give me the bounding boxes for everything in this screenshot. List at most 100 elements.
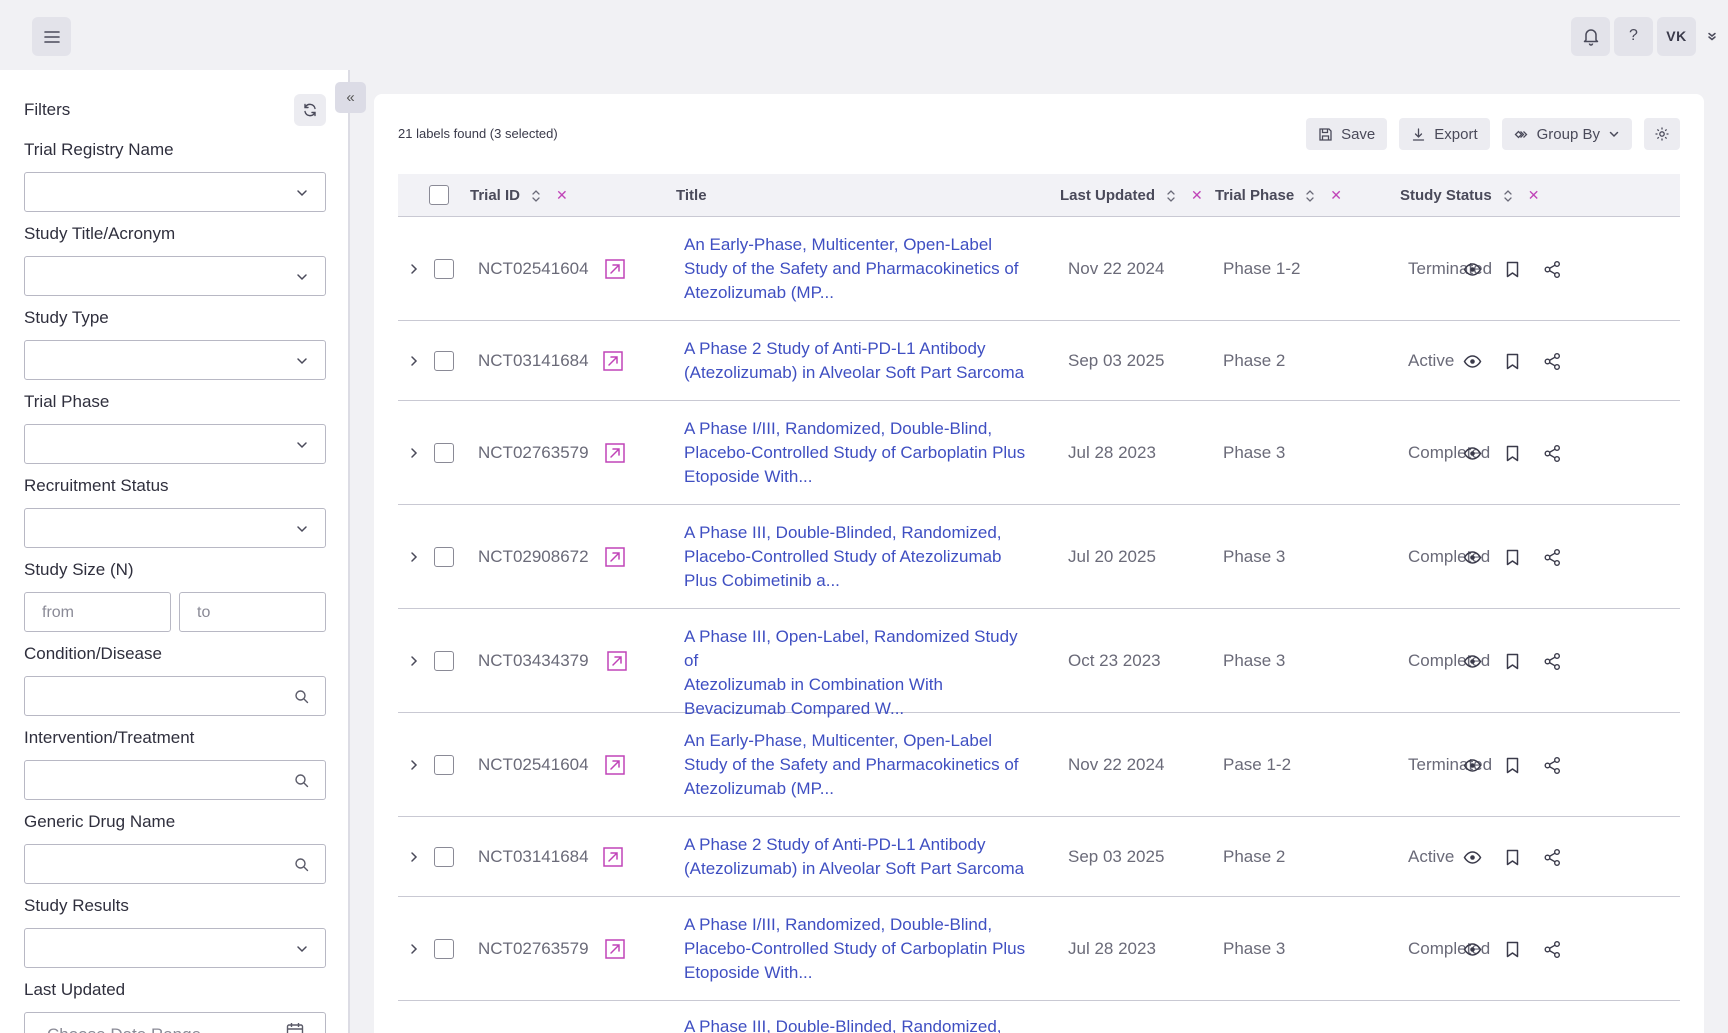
- recruitment-status-select[interactable]: [24, 508, 326, 548]
- eye-icon[interactable]: [1463, 352, 1482, 371]
- notifications-button[interactable]: [1571, 16, 1610, 56]
- table-row[interactable]: NCT02763579 A Phase I/III, Randomized, Do…: [398, 401, 1680, 505]
- external-link-icon[interactable]: [602, 846, 624, 868]
- study-type-select[interactable]: [24, 340, 326, 380]
- share-icon[interactable]: [1543, 444, 1562, 463]
- chevron-right-icon[interactable]: [408, 551, 420, 563]
- select-all-checkbox[interactable]: [429, 185, 449, 205]
- external-link-icon[interactable]: [604, 258, 626, 280]
- menu-button[interactable]: [32, 17, 71, 56]
- table-row[interactable]: NCT02541604 An Early-Phase, Multicenter, …: [398, 713, 1680, 817]
- eye-icon[interactable]: [1463, 940, 1482, 959]
- date-range-input[interactable]: Choose Date Range: [24, 1012, 326, 1033]
- study-title-select[interactable]: [24, 256, 326, 296]
- external-link-icon[interactable]: [604, 938, 626, 960]
- remove-column-icon[interactable]: ✕: [1330, 187, 1342, 204]
- trial-registry-select[interactable]: [24, 172, 326, 212]
- study-results-select[interactable]: [24, 928, 326, 968]
- external-link-icon[interactable]: [602, 350, 624, 372]
- chevron-right-icon[interactable]: [408, 851, 420, 863]
- chevron-right-icon[interactable]: [408, 943, 420, 955]
- save-button[interactable]: Save: [1306, 118, 1388, 150]
- eye-icon[interactable]: [1463, 260, 1482, 279]
- table-settings-button[interactable]: [1644, 118, 1680, 150]
- trial-title-link[interactable]: A Phase I/III, Randomized, Double-Blind,…: [684, 417, 1034, 489]
- trial-title-link[interactable]: A Phase 2 Study of Anti-PD-L1 Antibody (A…: [684, 337, 1034, 385]
- help-button[interactable]: ?: [1614, 16, 1653, 56]
- sort-icon[interactable]: [1502, 189, 1514, 203]
- sort-icon[interactable]: [1165, 189, 1177, 203]
- eye-icon[interactable]: [1463, 652, 1482, 671]
- row-checkbox[interactable]: [434, 443, 454, 463]
- generic-drug-search-input[interactable]: [24, 844, 326, 884]
- row-checkbox[interactable]: [434, 547, 454, 567]
- sort-icon[interactable]: [530, 189, 542, 203]
- study-size-from-input[interactable]: from: [24, 592, 171, 632]
- remove-column-icon[interactable]: ✕: [556, 187, 568, 204]
- remove-column-icon[interactable]: ✕: [1191, 187, 1203, 204]
- share-icon[interactable]: [1543, 848, 1562, 867]
- bookmark-icon[interactable]: [1503, 444, 1522, 463]
- trial-title-link[interactable]: An Early-Phase, Multicenter, Open-Label S…: [684, 729, 1034, 801]
- row-checkbox[interactable]: [434, 259, 454, 279]
- table-row[interactable]: NCT02763579 A Phase I/III, Randomized, Do…: [398, 897, 1680, 1001]
- study-size-to-input[interactable]: to: [179, 592, 326, 632]
- trial-title-link[interactable]: A Phase III, Open-Label, Randomized Stud…: [684, 625, 1034, 721]
- table-row[interactable]: NCT02908672 A Phase III, Double-Blinded, …: [398, 505, 1680, 609]
- bookmark-icon[interactable]: [1503, 260, 1522, 279]
- row-checkbox[interactable]: [434, 847, 454, 867]
- condition-search-input[interactable]: [24, 676, 326, 716]
- chevron-right-icon[interactable]: [408, 759, 420, 771]
- share-icon[interactable]: [1543, 940, 1562, 959]
- bookmark-icon[interactable]: [1503, 548, 1522, 567]
- external-link-icon[interactable]: [604, 442, 626, 464]
- share-icon[interactable]: [1543, 652, 1562, 671]
- trial-title-link[interactable]: An Early-Phase, Multicenter, Open-Label S…: [684, 233, 1034, 305]
- external-link-icon[interactable]: [606, 650, 628, 672]
- row-checkbox[interactable]: [434, 351, 454, 371]
- table-row[interactable]: NCT02541604 An Early-Phase, Multicenter, …: [398, 217, 1680, 321]
- share-icon[interactable]: [1543, 352, 1562, 371]
- eye-icon[interactable]: [1463, 848, 1482, 867]
- sort-icon[interactable]: [1304, 189, 1316, 203]
- bookmark-icon[interactable]: [1503, 848, 1522, 867]
- intervention-search-input[interactable]: [24, 760, 326, 800]
- bookmark-icon[interactable]: [1503, 352, 1522, 371]
- chevron-right-icon[interactable]: [408, 355, 420, 367]
- user-menu-toggle[interactable]: [1696, 30, 1728, 42]
- share-icon[interactable]: [1543, 548, 1562, 567]
- external-link-icon[interactable]: [604, 754, 626, 776]
- collapse-sidebar-button[interactable]: «: [335, 82, 366, 113]
- eye-icon[interactable]: [1463, 756, 1482, 775]
- title-line: Atezolizumab (MP...: [684, 779, 834, 798]
- bookmark-icon[interactable]: [1503, 756, 1522, 775]
- table-row[interactable]: NCT03141684 A Phase 2 Study of Anti-PD-L1…: [398, 817, 1680, 897]
- eye-icon[interactable]: [1463, 548, 1482, 567]
- bookmark-icon[interactable]: [1503, 652, 1522, 671]
- user-avatar[interactable]: VK: [1657, 16, 1696, 56]
- chevron-right-icon[interactable]: [408, 263, 420, 275]
- trial-title-link[interactable]: A Phase 2 Study of Anti-PD-L1 Antibody (A…: [684, 833, 1034, 881]
- table-row[interactable]: NCT03141684 A Phase 2 Study of Anti-PD-L1…: [398, 321, 1680, 401]
- share-icon[interactable]: [1543, 260, 1562, 279]
- search-icon: [295, 774, 309, 788]
- bookmark-icon[interactable]: [1503, 940, 1522, 959]
- row-checkbox[interactable]: [434, 651, 454, 671]
- chevron-right-icon[interactable]: [408, 447, 420, 459]
- eye-icon[interactable]: [1463, 444, 1482, 463]
- reset-filters-button[interactable]: [294, 94, 326, 126]
- export-button[interactable]: Export: [1399, 118, 1490, 150]
- row-checkbox[interactable]: [434, 939, 454, 959]
- external-link-icon[interactable]: [604, 546, 626, 568]
- trial-phase-select[interactable]: [24, 424, 326, 464]
- row-checkbox[interactable]: [434, 755, 454, 775]
- table-row[interactable]: NCT03434379 A Phase III, Open-Label, Rand…: [398, 609, 1680, 718]
- trial-title-link[interactable]: A Phase III, Double-Blinded, Randomized,…: [684, 521, 1034, 593]
- group-by-button[interactable]: Group By: [1501, 118, 1632, 150]
- trial-title-link[interactable]: A Phase III, Double-Blinded, Randomized,: [684, 1015, 1034, 1033]
- share-icon[interactable]: [1543, 756, 1562, 775]
- remove-column-icon[interactable]: ✕: [1528, 187, 1540, 204]
- table-row[interactable]: A Phase III, Double-Blinded, Randomized,: [398, 1001, 1680, 1033]
- chevron-right-icon[interactable]: [408, 655, 420, 667]
- trial-title-link[interactable]: A Phase I/III, Randomized, Double-Blind,…: [684, 913, 1034, 985]
